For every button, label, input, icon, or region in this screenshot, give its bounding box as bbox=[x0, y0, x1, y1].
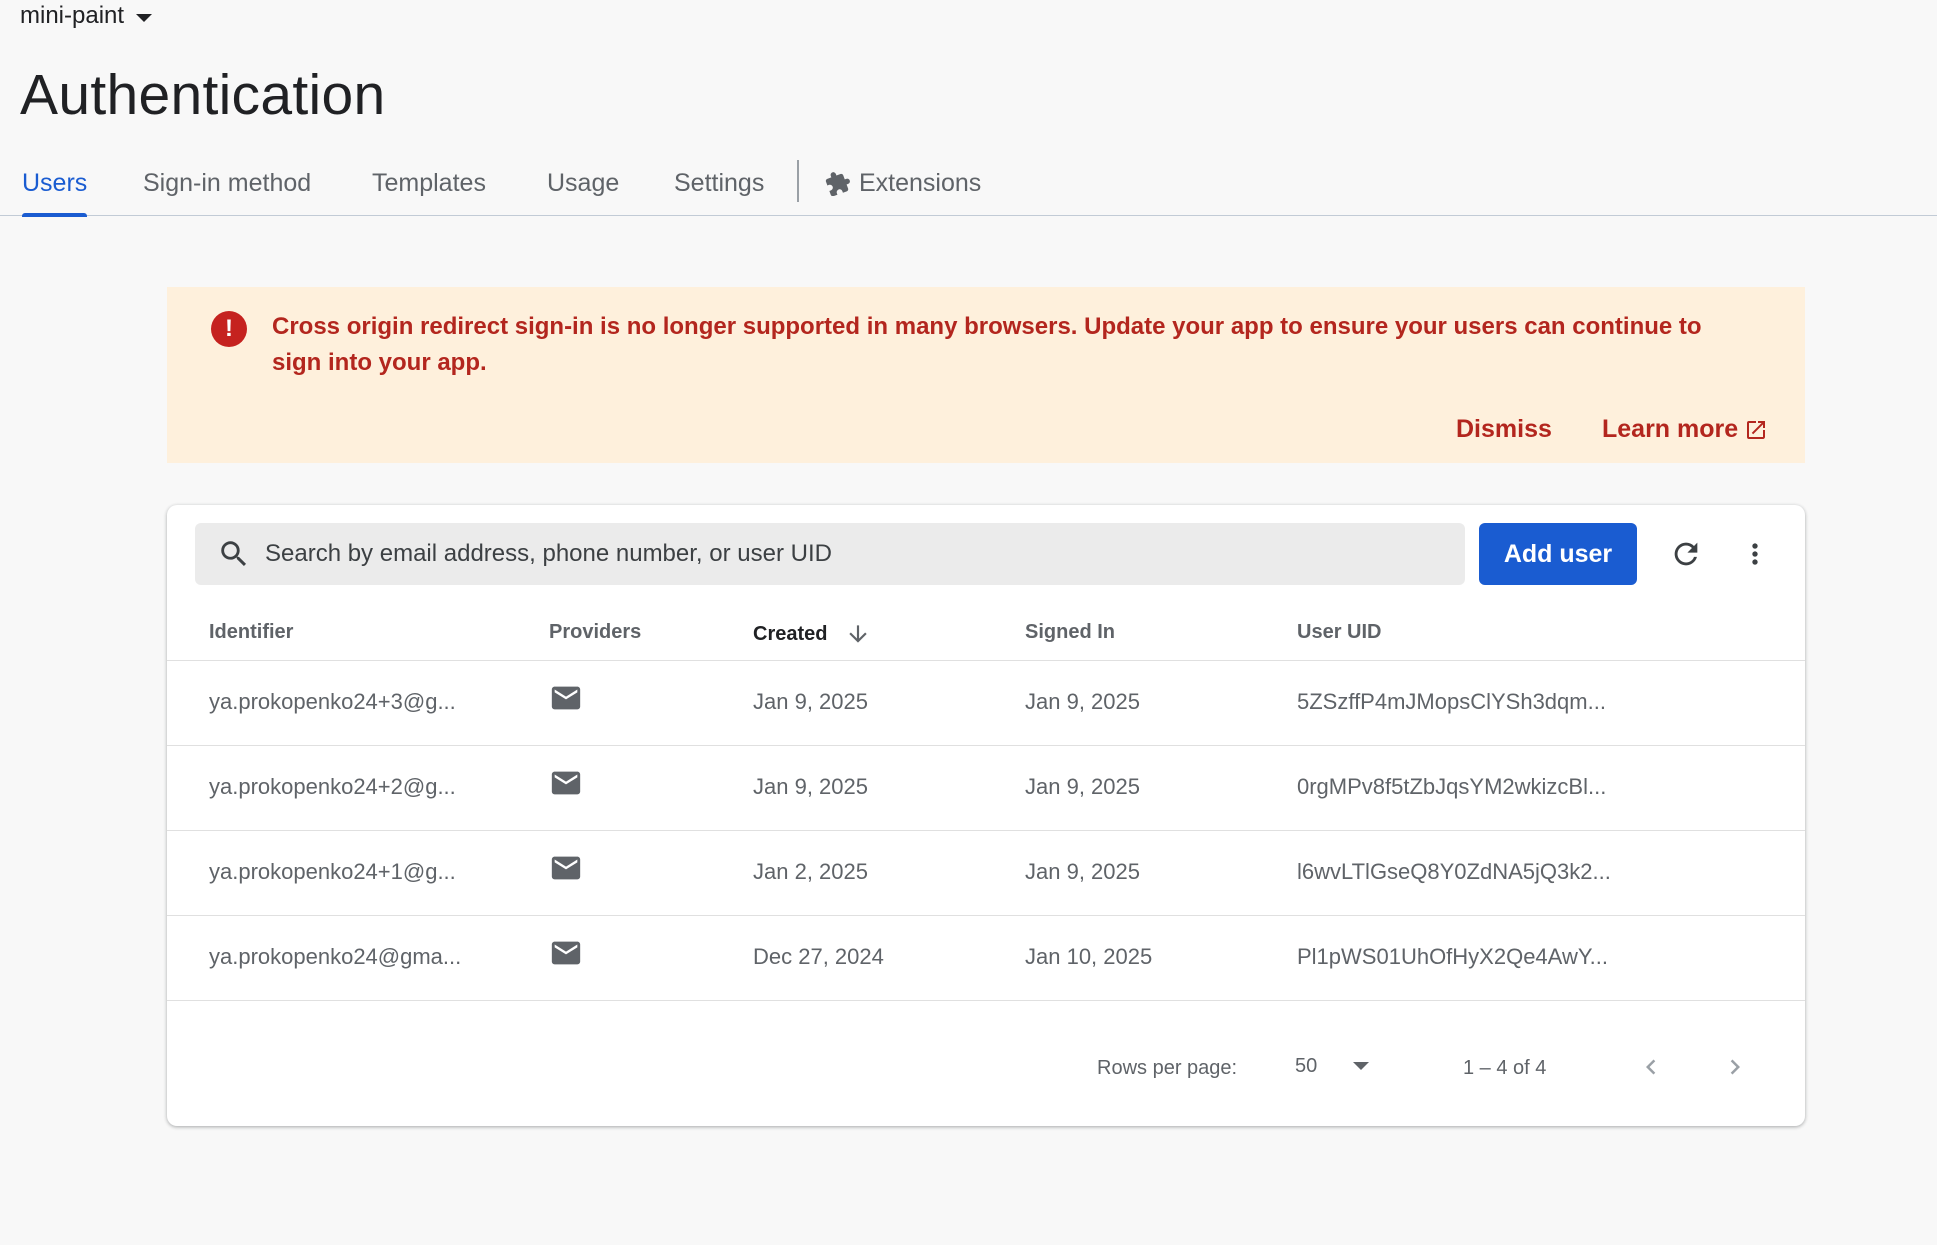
pagination-range: 1 – 4 of 4 bbox=[1463, 1057, 1547, 1079]
more-options-button[interactable] bbox=[1733, 532, 1777, 576]
column-header-identifier[interactable]: Identifier bbox=[209, 621, 293, 644]
page-title: Authentication bbox=[20, 63, 386, 127]
cell-signed-in: Jan 9, 2025 bbox=[1025, 689, 1140, 714]
learn-more-link[interactable]: Learn more bbox=[1602, 415, 1768, 444]
tab-settings[interactable]: Settings bbox=[674, 150, 764, 216]
cell-created: Jan 9, 2025 bbox=[753, 689, 868, 714]
dropdown-caret-icon bbox=[1353, 1062, 1370, 1070]
email-icon bbox=[549, 766, 583, 806]
column-header-providers: Providers bbox=[549, 621, 642, 643]
next-page-button[interactable] bbox=[1717, 1049, 1753, 1085]
cell-user-uid: l6wvLTlGseQ8Y0ZdNA5jQ3k2... bbox=[1297, 859, 1611, 884]
tab-label: Sign-in method bbox=[143, 168, 312, 197]
more-vert-icon bbox=[1739, 538, 1771, 570]
project-switcher[interactable]: mini-paint bbox=[20, 2, 153, 30]
cell-identifier: ya.prokopenko24+2@g... bbox=[209, 774, 456, 799]
rows-per-page-label: Rows per page: bbox=[1097, 1057, 1238, 1079]
cell-user-uid: 0rgMPv8f5tZbJqsYM2wkizcBl... bbox=[1297, 774, 1607, 799]
email-icon bbox=[549, 851, 583, 891]
cell-identifier: ya.prokopenko24+1@g... bbox=[209, 859, 456, 884]
cell-identifier: ya.prokopenko24+3@g... bbox=[209, 689, 456, 714]
tab-label: Usage bbox=[547, 168, 620, 197]
table-header: Identifier Providers Created Signed In U… bbox=[167, 605, 1805, 661]
error-icon: ! bbox=[211, 311, 247, 347]
tab-divider bbox=[797, 160, 799, 202]
email-icon bbox=[549, 681, 583, 721]
banner-message: Cross origin redirect sign-in is no long… bbox=[272, 313, 1702, 376]
tab-templates[interactable]: Templates bbox=[372, 150, 486, 216]
tab-extensions[interactable]: Extensions bbox=[825, 150, 981, 216]
search-input[interactable] bbox=[265, 540, 1445, 568]
cell-user-uid: Pl1pWS01UhOfHyX2Qe4AwY... bbox=[1297, 944, 1609, 969]
cell-signed-in: Jan 9, 2025 bbox=[1025, 774, 1140, 799]
add-user-button[interactable]: Add user bbox=[1479, 523, 1637, 585]
learn-more-label: Learn more bbox=[1602, 415, 1739, 443]
tab-label: Extensions bbox=[859, 168, 982, 197]
project-name: mini-paint bbox=[20, 2, 125, 29]
dismiss-label: Dismiss bbox=[1456, 415, 1552, 443]
table-row[interactable]: ya.prokopenko24@gma... Dec 27, 2024 Jan … bbox=[167, 916, 1805, 1001]
arrow-down-icon bbox=[845, 621, 871, 647]
cell-user-uid: 5ZSzffP4mJMopsClYSh3dqm... bbox=[1297, 689, 1606, 714]
chevron-right-icon bbox=[1720, 1052, 1750, 1082]
chevron-left-icon bbox=[1636, 1052, 1666, 1082]
rows-per-page-value: 50 bbox=[1295, 1054, 1318, 1077]
tab-label: Settings bbox=[674, 168, 765, 197]
column-header-created[interactable]: Created bbox=[753, 621, 871, 647]
tab-bar: Users Sign-in method Templates Usage Set… bbox=[0, 150, 1937, 217]
cell-created: Jan 9, 2025 bbox=[753, 774, 868, 799]
rows-per-page-select[interactable]: 50 bbox=[1295, 1049, 1370, 1083]
table-row[interactable]: ya.prokopenko24+2@g... Jan 9, 2025 Jan 9… bbox=[167, 746, 1805, 831]
table-row[interactable]: ya.prokopenko24+3@g... Jan 9, 2025 Jan 9… bbox=[167, 661, 1805, 746]
tab-label: Templates bbox=[372, 168, 486, 197]
dismiss-button[interactable]: Dismiss bbox=[1456, 415, 1552, 444]
pagination-footer: Rows per page: 50 1 – 4 of 4 bbox=[167, 1035, 1805, 1095]
dropdown-caret-icon bbox=[136, 13, 153, 22]
cell-identifier: ya.prokopenko24@gma... bbox=[209, 944, 462, 969]
cell-signed-in: Jan 9, 2025 bbox=[1025, 859, 1140, 884]
cell-signed-in: Jan 10, 2025 bbox=[1025, 944, 1153, 969]
warning-banner: ! Cross origin redirect sign-in is no lo… bbox=[167, 287, 1805, 463]
cell-created: Jan 2, 2025 bbox=[753, 859, 868, 884]
tab-users[interactable]: Users bbox=[22, 150, 88, 217]
table-row[interactable]: ya.prokopenko24+1@g... Jan 2, 2025 Jan 9… bbox=[167, 831, 1805, 916]
puzzle-piece-icon bbox=[825, 170, 851, 196]
column-header-user-uid: User UID bbox=[1297, 621, 1382, 643]
email-icon bbox=[549, 936, 583, 976]
users-table-card: Add user Identifier Providers Created Si… bbox=[167, 505, 1805, 1126]
cell-created: Dec 27, 2024 bbox=[753, 944, 884, 969]
refresh-icon bbox=[1669, 537, 1703, 571]
open-in-new-icon bbox=[1744, 418, 1768, 442]
tab-sign-in-method[interactable]: Sign-in method bbox=[143, 150, 311, 216]
search-box[interactable] bbox=[195, 523, 1465, 585]
column-header-signed-in[interactable]: Signed In bbox=[1025, 621, 1115, 644]
refresh-button[interactable] bbox=[1664, 532, 1708, 576]
column-header-label: Created bbox=[753, 622, 828, 645]
tab-label: Users bbox=[22, 168, 88, 197]
previous-page-button[interactable] bbox=[1633, 1049, 1669, 1085]
search-icon bbox=[217, 537, 251, 571]
tab-usage[interactable]: Usage bbox=[547, 150, 619, 216]
